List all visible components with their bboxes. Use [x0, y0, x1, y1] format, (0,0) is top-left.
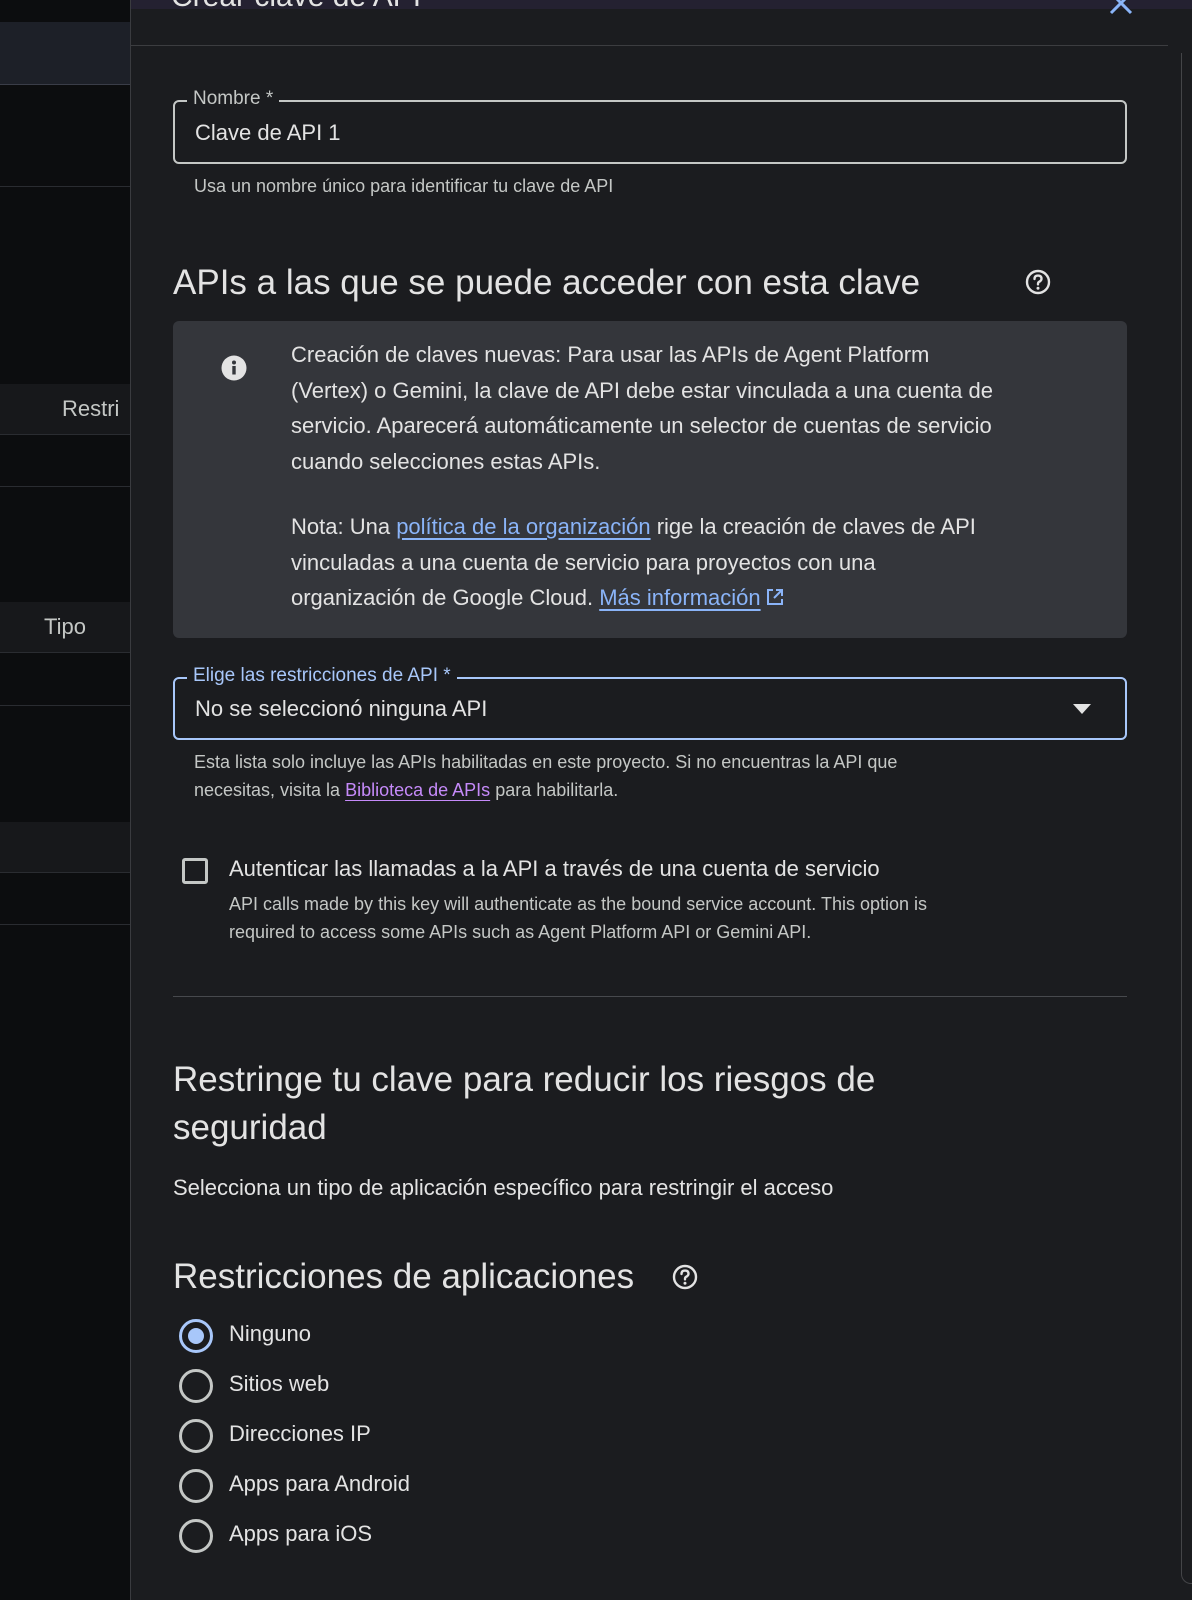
panel-title: Crear clave de API [171, 0, 421, 14]
apis-section-heading: APIs a las que se puede acceder con esta… [173, 263, 921, 302]
column-header-type: Tipo [44, 614, 86, 639]
radio-button[interactable] [179, 1419, 213, 1453]
name-field[interactable]: Nombre * Clave de API 1 [173, 88, 1127, 164]
app-restrictions-heading: Restricciones de aplicaciones [173, 1257, 635, 1296]
dropdown-arrow-icon[interactable] [1072, 703, 1092, 715]
section-divider [173, 996, 1127, 997]
helper-fragment: necesitas, visita la [194, 780, 341, 800]
api-restrictions-value[interactable]: No se seleccionó ninguna API [195, 696, 487, 722]
close-icon[interactable] [1106, 0, 1136, 18]
info-text-fragment: organización de Google Cloud. [291, 585, 594, 610]
radio-button[interactable] [179, 1469, 213, 1503]
api-library-link[interactable]: Biblioteca de APIs [345, 780, 490, 800]
helper-line: required to access some APIs such as Age… [229, 922, 812, 942]
radio-button[interactable] [179, 1369, 213, 1403]
more-info-link-label[interactable]: Más información [599, 585, 760, 610]
name-input-value[interactable]: Clave de API 1 [195, 120, 341, 146]
divider [0, 872, 131, 873]
info-line: (Vertex) o Gemini, la clave de API debe … [291, 377, 993, 403]
divider [0, 186, 131, 187]
radio-button-selected[interactable] [179, 1319, 213, 1353]
radio-button[interactable] [179, 1519, 213, 1553]
radio-label[interactable]: Apps para Android [229, 1471, 410, 1497]
radio-label[interactable]: Direcciones IP [229, 1421, 371, 1447]
helper-line: API calls made by this key will authenti… [229, 894, 928, 914]
info-paragraph-2: Nota: Una política de la organización ri… [291, 509, 1091, 616]
heading-line: Restringe tu clave para reducir los ries… [173, 1060, 876, 1099]
divider [0, 434, 131, 435]
help-circle-icon[interactable] [671, 1263, 699, 1291]
auth-service-account-checkbox[interactable] [182, 858, 208, 884]
info-paragraph-1: Creación de claves nuevas: Para usar las… [291, 337, 1091, 479]
name-helper-text: Usa un nombre único para identificar tu … [194, 176, 614, 196]
more-info-link[interactable]: Más información [599, 585, 784, 610]
radio-label[interactable]: Ninguno [229, 1321, 311, 1347]
divider [0, 486, 131, 487]
api-restrictions-helper: Esta lista solo incluye las APIs habilit… [194, 748, 1124, 804]
auth-service-account-label[interactable]: Autenticar las llamadas a la API a travé… [229, 856, 880, 882]
info-line: vinculadas a una cuenta de servicio para… [291, 549, 876, 575]
info-line: organización de Google Cloud. Más inform… [291, 580, 1091, 616]
radio-label[interactable]: Apps para iOS [229, 1521, 372, 1547]
open-in-new-icon [766, 589, 783, 605]
scrollbar[interactable] [1181, 53, 1192, 1584]
restrict-section-heading: Restringe tu clave para reducir los ries… [173, 1056, 1133, 1152]
background-toolbar [0, 22, 131, 85]
background-table-header [0, 822, 131, 872]
info-line: Creación de claves nuevas: Para usar las… [291, 342, 930, 367]
background-page: Restri Tipo [0, 0, 131, 1600]
create-api-key-panel: Crear clave de API Nombre * Clave de API… [130, 0, 1192, 1600]
auth-service-account-description: API calls made by this key will authenti… [229, 890, 1129, 946]
api-restrictions-label: Elige las restricciones de API * [187, 665, 457, 687]
divider [0, 924, 131, 925]
name-field-label: Nombre * [187, 88, 280, 110]
helper-line: necesitas, visita la Biblioteca de APIs … [194, 776, 1124, 804]
heading-line: seguridad [173, 1108, 327, 1147]
column-header-restrictions: Restri [62, 396, 120, 421]
restrict-section-subtitle: Selecciona un tipo de aplicación específ… [173, 1175, 834, 1200]
info-icon [221, 355, 247, 381]
info-line: cuando selecciones estas APIs. [291, 448, 601, 474]
helper-fragment: para habilitarla. [495, 780, 619, 800]
radio-label[interactable]: Sitios web [229, 1371, 329, 1397]
info-callout: Creación de claves nuevas: Para usar las… [173, 321, 1127, 638]
info-text-fragment: Nota: Una [291, 514, 391, 539]
helper-line: Esta lista solo incluye las APIs habilit… [194, 752, 898, 772]
info-line: servicio. Aparecerá automáticamente un s… [291, 413, 992, 438]
info-text-fragment: rige la creación de claves de API [656, 514, 976, 539]
info-line: Nota: Una política de la organización ri… [291, 509, 1091, 545]
divider [0, 652, 131, 653]
divider [0, 705, 131, 706]
org-policy-link[interactable]: política de la organización [396, 514, 650, 539]
help-circle-icon[interactable] [1024, 268, 1052, 296]
api-restrictions-select[interactable]: Elige las restricciones de API * No se s… [173, 665, 1127, 740]
header-divider [131, 45, 1168, 46]
